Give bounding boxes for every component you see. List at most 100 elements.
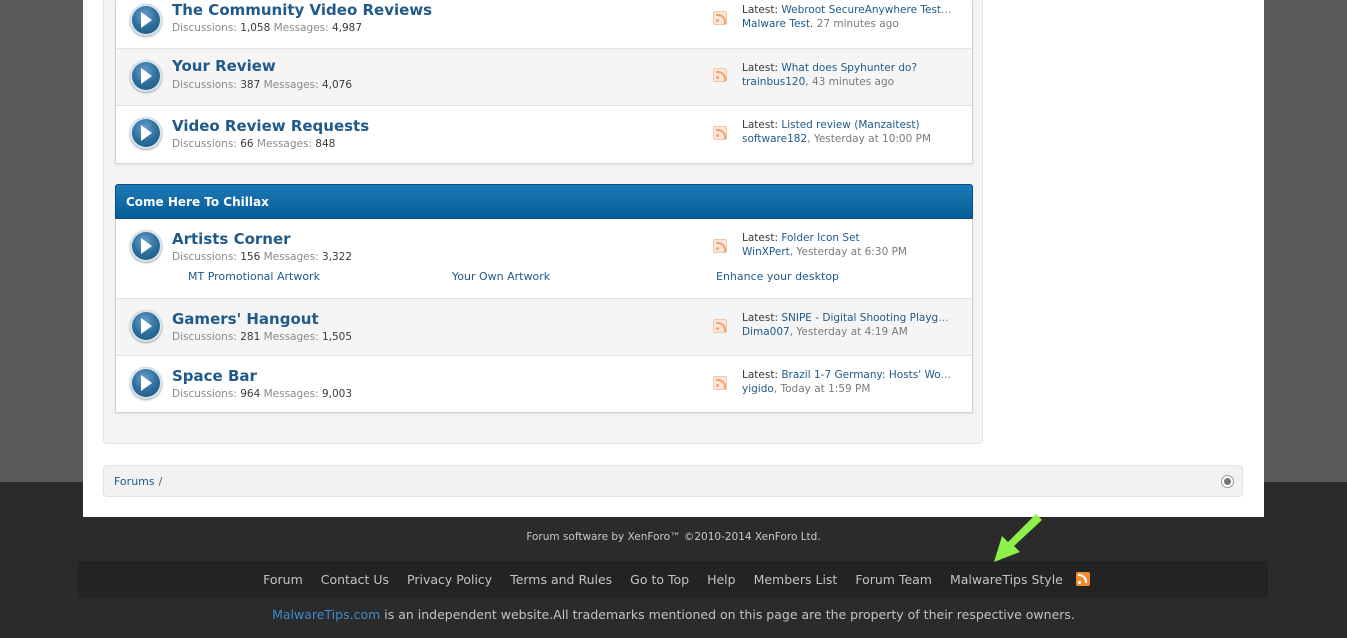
footer-rss-icon[interactable]	[1075, 572, 1090, 586]
latest-time: 27 minutes ago	[816, 18, 899, 30]
discussions-label: Discussions:	[172, 251, 237, 263]
rss-icon[interactable]	[713, 11, 727, 25]
breadcrumb-forums[interactable]: Forums /	[114, 475, 162, 488]
site-link[interactable]: MalwareTips.com	[272, 607, 380, 622]
forum-node-icon[interactable]	[130, 4, 162, 36]
discussions-count: 156	[240, 251, 261, 263]
latest-user-link[interactable]: Malware Test	[742, 18, 810, 30]
latest-label: Latest:	[742, 232, 778, 244]
latest-user-link[interactable]: trainbus120	[742, 76, 805, 88]
category-title[interactable]: Come Here To Chillax	[126, 195, 269, 209]
footer-link-members[interactable]: Members List	[754, 572, 838, 587]
messages-count: 9,003	[321, 388, 353, 400]
latest-thread-link[interactable]: SNIPE - Digital Shooting Playgro...	[781, 312, 952, 324]
forum-stats: Discussions: 387 Messages: 4,076	[172, 79, 352, 91]
last-post: Latest: What does Spyhunter do? trainbus…	[742, 62, 918, 88]
forum-node-icon[interactable]	[130, 117, 162, 149]
messages-label: Messages:	[256, 138, 312, 150]
forum-title[interactable]: Artists Corner	[172, 230, 291, 248]
subforum-link[interactable]: Enhance your desktop	[716, 270, 839, 283]
last-post: Latest: SNIPE - Digital Shooting Playgro…	[742, 311, 952, 339]
forum-stats: Discussions: 66 Messages: 848	[172, 138, 335, 150]
disclaimer: MalwareTips.com is an independent websit…	[0, 607, 1347, 622]
footer-link-top[interactable]: Go to Top	[630, 572, 689, 587]
messages-count: 4,076	[321, 79, 353, 91]
category-chillax: Come Here To Chillax Artists Corner Disc…	[115, 184, 973, 413]
forum-title[interactable]: The Community Video Reviews	[172, 1, 432, 19]
footer-link-privacy[interactable]: Privacy Policy	[407, 572, 492, 587]
rss-icon[interactable]	[713, 239, 727, 253]
latest-thread-link[interactable]: What does Spyhunter do?	[781, 62, 917, 74]
node-list-reviews: The Community Video Reviews Discussions:…	[115, 0, 973, 164]
forum-title[interactable]: Space Bar	[172, 367, 257, 385]
copyright: Forum software by XenForo™ ©2010-2014 Xe…	[526, 531, 821, 543]
forum-stats: Discussions: 1,058 Messages: 4,987	[172, 22, 362, 34]
discussions-label: Discussions:	[172, 388, 237, 400]
footer-link-contact[interactable]: Contact Us	[321, 572, 389, 587]
forum-title[interactable]: Video Review Requests	[172, 117, 369, 135]
forum-node-icon[interactable]	[130, 367, 162, 399]
breadcrumb-label[interactable]: Forums	[114, 475, 155, 488]
latest-time: Yesterday at 6:30 PM	[796, 246, 907, 258]
footer-link-forum[interactable]: Forum	[263, 572, 303, 587]
discussions-count: 387	[240, 79, 261, 91]
discussions-count: 281	[240, 331, 261, 343]
forum-node-icon[interactable]	[130, 60, 162, 92]
rss-icon[interactable]	[713, 68, 727, 82]
rss-icon[interactable]	[713, 126, 727, 140]
disclaimer-text: is an independent website.All trademarks…	[380, 607, 1075, 622]
messages-count: 4,987	[331, 22, 363, 34]
discussions-label: Discussions:	[172, 22, 237, 34]
category-header[interactable]: Come Here To Chillax	[115, 184, 973, 219]
forum-stats: Discussions: 156 Messages: 3,322	[172, 251, 352, 263]
latest-thread-link[interactable]: Folder Icon Set	[781, 232, 859, 244]
breadcrumb-separator: /	[158, 475, 163, 488]
messages-count: 1,505	[321, 331, 353, 343]
last-post: Latest: Folder Icon Set WinXPert, Yester…	[742, 232, 907, 258]
discussions-count: 1,058	[240, 22, 271, 34]
latest-label: Latest:	[742, 4, 778, 16]
last-post: Latest: Webroot SecureAnywhere Test ... …	[742, 3, 952, 31]
latest-label: Latest:	[742, 312, 778, 324]
discussions-label: Discussions:	[172, 138, 237, 150]
messages-label: Messages:	[263, 331, 319, 343]
footer-link-help[interactable]: Help	[707, 572, 736, 587]
latest-user-link[interactable]: Dima007	[742, 326, 790, 338]
latest-thread-link[interactable]: Listed review (Manzaitest)	[781, 119, 919, 131]
subforum-link[interactable]: Your Own Artwork	[452, 270, 550, 283]
subforum-link[interactable]: MT Promotional Artwork	[188, 270, 320, 283]
messages-label: Messages:	[273, 22, 329, 34]
latest-label: Latest:	[742, 62, 778, 74]
forum-node: Artists Corner Discussions: 156 Messages…	[116, 219, 972, 299]
footer-link-terms[interactable]: Terms and Rules	[510, 572, 612, 587]
last-post: Latest: Brazil 1-7 Germany: Hosts' Worl.…	[742, 368, 952, 396]
latest-thread-link[interactable]: Brazil 1-7 Germany: Hosts' Worl...	[781, 369, 952, 381]
forum-node-icon[interactable]	[130, 310, 162, 342]
messages-count: 3,322	[321, 251, 353, 263]
latest-thread-link[interactable]: Webroot SecureAnywhere Test ...	[781, 4, 952, 16]
forum-stats: Discussions: 281 Messages: 1,505	[172, 331, 352, 343]
latest-time: 43 minutes ago	[811, 76, 895, 88]
latest-user-link[interactable]: software182	[742, 133, 807, 145]
rss-icon[interactable]	[713, 319, 727, 333]
footer-links: Forum Contact Us Privacy Policy Terms an…	[78, 561, 1268, 598]
rss-icon[interactable]	[713, 376, 727, 390]
forum-node: Video Review Requests Discussions: 66 Me…	[116, 106, 972, 163]
forum-stats: Discussions: 964 Messages: 9,003	[172, 388, 352, 400]
forum-title[interactable]: Gamers' Hangout	[172, 310, 319, 328]
latest-user-link[interactable]: yigido	[742, 383, 774, 395]
discussions-count: 964	[240, 388, 261, 400]
messages-count: 848	[315, 138, 336, 150]
forum-node-icon[interactable]	[130, 230, 162, 262]
messages-label: Messages:	[263, 388, 319, 400]
footer-link-team[interactable]: Forum Team	[855, 572, 932, 587]
forum-title[interactable]: Your Review	[172, 57, 276, 75]
footer-link-style[interactable]: MalwareTips Style	[950, 572, 1063, 587]
page-content: The Community Video Reviews Discussions:…	[83, 0, 1264, 517]
jump-to-icon[interactable]	[1221, 475, 1234, 488]
latest-user-link[interactable]: WinXPert	[742, 246, 790, 258]
forum-container: The Community Video Reviews Discussions:…	[103, 0, 983, 444]
latest-label: Latest:	[742, 119, 778, 131]
latest-label: Latest:	[742, 369, 778, 381]
discussions-label: Discussions:	[172, 79, 237, 91]
